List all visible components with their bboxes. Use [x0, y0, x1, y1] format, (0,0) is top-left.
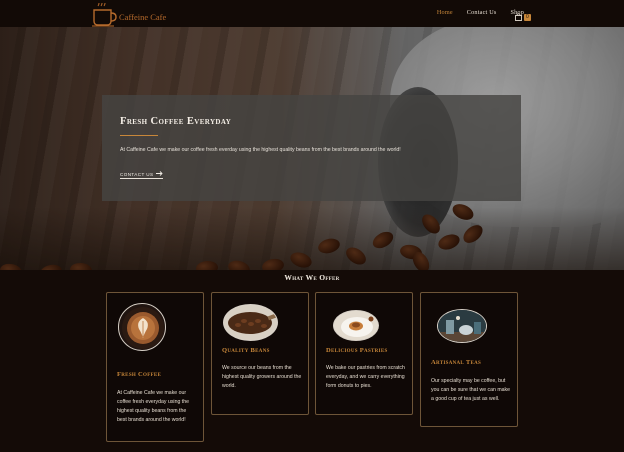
hero-description: At Caffeine Cafe we make our coffee fres…: [120, 147, 401, 153]
card-title: Quality Beans: [222, 347, 270, 354]
card-title: Artisanal Teas: [431, 359, 482, 366]
card-title: Fresh Coffee: [117, 371, 162, 378]
offer-section: What We Offer Fresh Coffee At Caffeine C…: [0, 270, 624, 452]
hero-section: Fresh Coffee Everyday At Caffeine Cafe w…: [0, 27, 624, 270]
contact-us-label: CONTACT US: [120, 171, 154, 177]
offer-card-teas: Artisanal Teas Our specialty may be coff…: [420, 292, 518, 427]
offer-card-pastries: Delicious Pastries We bake our pastries …: [315, 292, 413, 415]
nav-link-home[interactable]: Home: [437, 9, 453, 16]
card-text: We source our beans from the highest qua…: [222, 365, 302, 389]
nav-link-contact[interactable]: Contact Us: [467, 9, 497, 16]
offer-card-fresh-coffee: Fresh Coffee At Caffeine Cafe we make ou…: [106, 292, 204, 442]
top-nav: Caffeine Cafe Home Contact Us Shop 0: [0, 0, 624, 27]
card-text: We bake our pastries from scratch everyd…: [326, 365, 405, 389]
shopping-bag-icon: [515, 8, 522, 26]
pastry-plate-image: [333, 310, 379, 341]
card-title: Delicious Pastries: [326, 347, 388, 354]
nav-links: Home Contact Us Shop: [437, 9, 524, 16]
card-text: Our specialty may be coffee, but you can…: [431, 378, 511, 402]
coffee-beans-scoop-image: [223, 304, 278, 341]
brand-name: Caffeine Cafe: [119, 12, 167, 22]
latte-art-image: [118, 303, 166, 351]
coffee-mug-icon: [92, 0, 118, 27]
contact-us-button[interactable]: CONTACT US: [120, 171, 164, 179]
cart-count-badge: 0: [524, 13, 531, 21]
hero-title: Fresh Coffee Everyday: [120, 116, 232, 127]
tea-set-image: [437, 309, 487, 343]
hero-divider: [120, 135, 158, 136]
offer-card-quality-beans: Quality Beans We source our beans from t…: [211, 292, 309, 415]
card-text: At Caffeine Cafe we make our coffee fres…: [117, 390, 189, 423]
arrow-right-icon: [156, 171, 164, 177]
cart-button[interactable]: 0: [515, 8, 531, 26]
section-title: What We Offer: [284, 273, 340, 282]
hero-card: Fresh Coffee Everyday At Caffeine Cafe w…: [102, 95, 521, 201]
logo[interactable]: Caffeine Cafe: [92, 0, 167, 27]
